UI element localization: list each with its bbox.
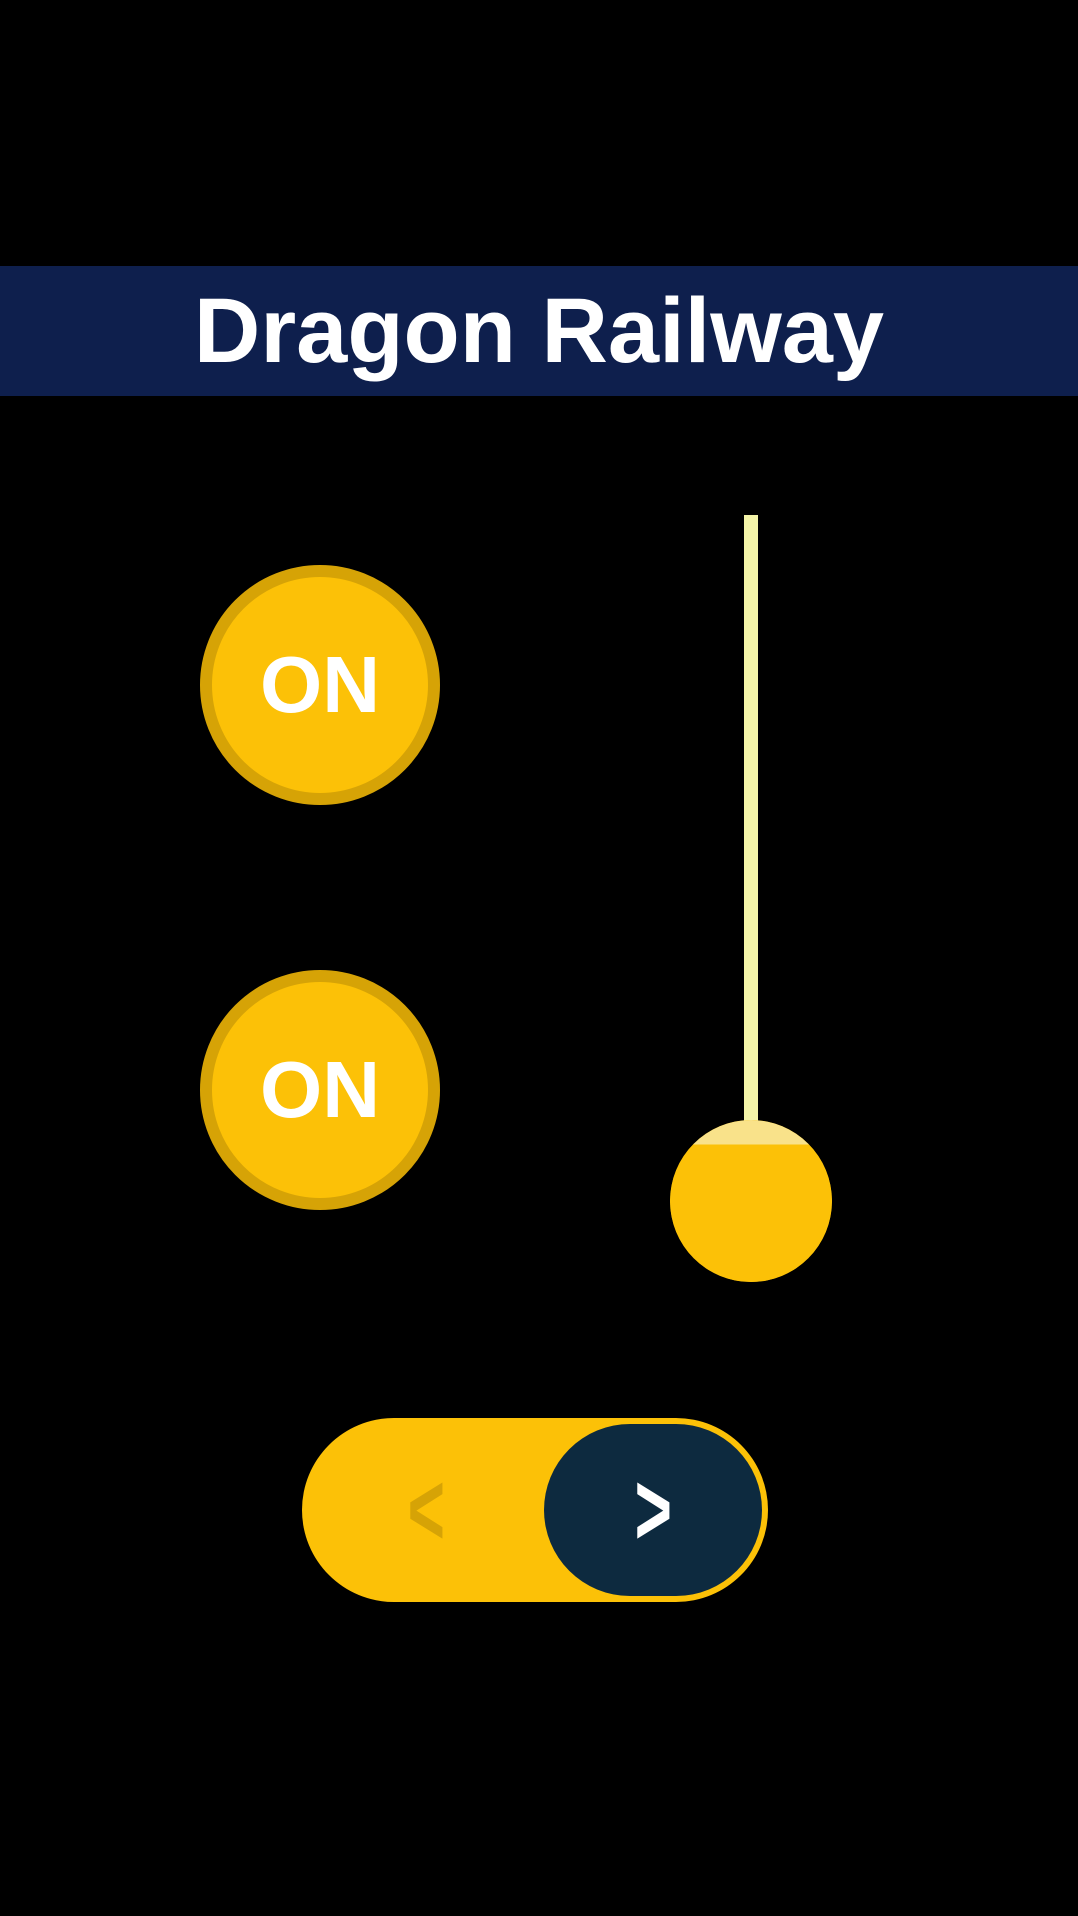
chevron-left-icon: < — [407, 1450, 444, 1570]
on-button-2-label: ON — [260, 1044, 380, 1136]
header-bar: Dragon Railway — [0, 266, 1078, 396]
chevron-right-icon: > — [634, 1450, 671, 1570]
on-button-1-label: ON — [260, 639, 380, 731]
page-title: Dragon Railway — [194, 279, 884, 384]
toggle-right[interactable]: > — [544, 1424, 762, 1596]
on-button-1[interactable]: ON — [200, 565, 440, 805]
on-button-2[interactable]: ON — [200, 970, 440, 1210]
toggle-left[interactable]: < — [308, 1424, 544, 1596]
slider-track — [744, 515, 758, 1155]
direction-toggle[interactable]: < > — [302, 1418, 768, 1602]
slider-thumb[interactable] — [670, 1120, 832, 1282]
